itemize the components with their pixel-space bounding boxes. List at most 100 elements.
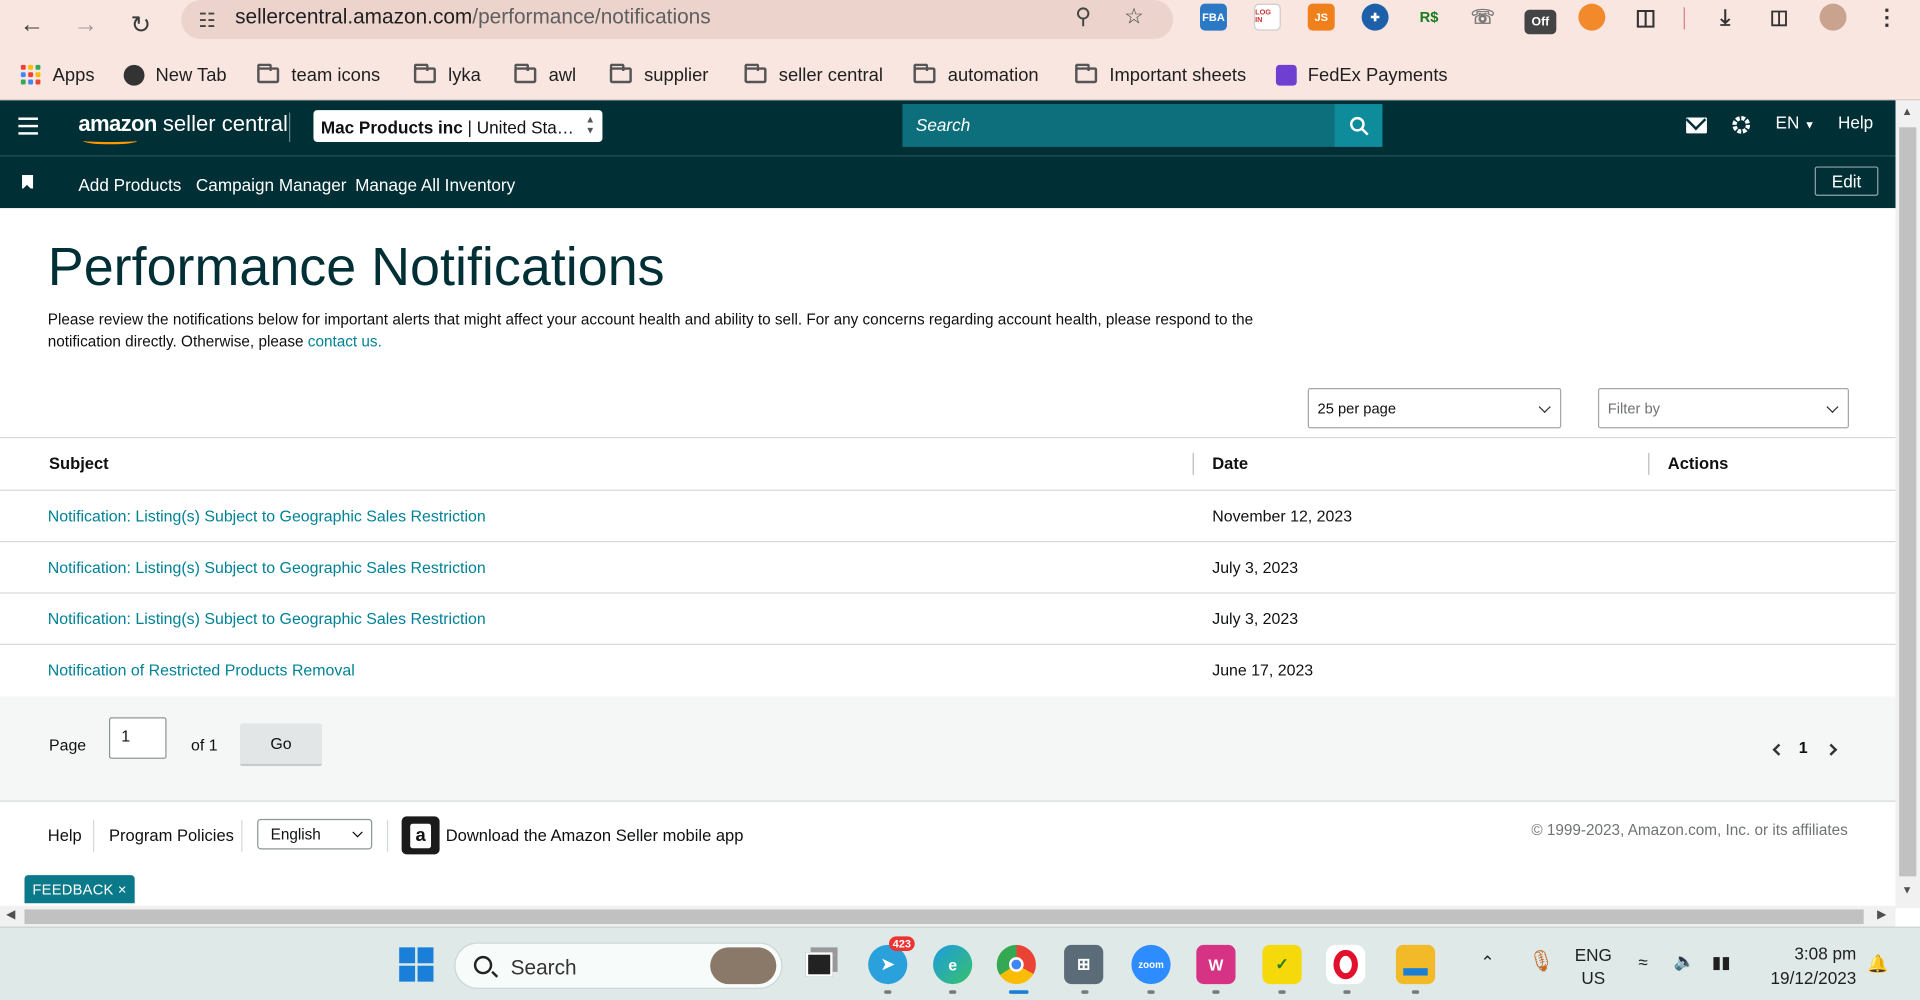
horizontal-scrollbar[interactable]: ◀ ▶: [0, 905, 1896, 927]
forward-arrow-icon[interactable]: →: [66, 5, 105, 44]
contact-us-link[interactable]: contact us.: [308, 333, 382, 350]
orange-extension-icon[interactable]: [1578, 3, 1606, 31]
side-panel-icon[interactable]: ◫: [1766, 4, 1793, 31]
wifi-icon[interactable]: ≈: [1638, 952, 1647, 972]
footer-divider: [93, 820, 95, 852]
previous-page-icon[interactable]: [1772, 743, 1785, 756]
scroll-down-icon[interactable]: ▼: [1902, 884, 1913, 896]
calculator-icon[interactable]: ⊞: [1064, 944, 1104, 985]
bookmark-folder-seller-central[interactable]: seller central: [744, 59, 883, 91]
running-indicator: [1147, 990, 1155, 994]
amazon-app-icon[interactable]: a: [401, 816, 440, 855]
bookmark-folder-supplier[interactable]: supplier: [609, 59, 708, 91]
bookmark-folder-automation[interactable]: automation: [913, 59, 1039, 91]
js-extension-icon[interactable]: JS: [1307, 3, 1335, 31]
extensions-puzzle-icon[interactable]: ◫: [1632, 4, 1659, 31]
go-button[interactable]: Go: [240, 723, 323, 767]
help-link[interactable]: Help: [1838, 113, 1873, 133]
bookmark-fedex-payments[interactable]: FedEx Payments: [1275, 59, 1448, 91]
off-extension-icon[interactable]: Off: [1524, 9, 1557, 35]
notification-bell-icon[interactable]: 🔔: [1867, 953, 1888, 974]
notification-subject-link[interactable]: Notification: Listing(s) Subject to Geog…: [48, 558, 486, 576]
notification-subject-link[interactable]: Notification: Listing(s) Subject to Geog…: [48, 507, 486, 525]
table-row: Notification: Listing(s) Subject to Geog…: [0, 594, 1896, 646]
page-number-input[interactable]: 1: [108, 717, 167, 759]
next-page-icon[interactable]: [1825, 743, 1838, 756]
download-app-link[interactable]: Download the Amazon Seller mobile app: [446, 826, 744, 844]
back-arrow-icon[interactable]: ←: [12, 5, 51, 44]
bookmark-folder-team-icons[interactable]: team icons: [257, 59, 380, 91]
pagination-bar: Page 1 of 1 Go 1: [0, 696, 1896, 802]
bookmark-folder-awl[interactable]: awl: [514, 59, 576, 91]
subnav-campaign-manager[interactable]: Campaign Manager: [196, 175, 347, 195]
address-bar[interactable]: ☷ sellercentral.amazon.com/performance/n…: [181, 0, 1174, 40]
volume-icon[interactable]: 🔈: [1674, 951, 1695, 972]
download-icon[interactable]: ⤓: [1712, 4, 1739, 31]
zoom-icon[interactable]: ⚲: [1075, 4, 1091, 30]
subnav-add-products[interactable]: Add Products: [78, 175, 181, 195]
telegram-icon[interactable]: ➤ 423: [868, 936, 915, 985]
mail-icon[interactable]: [1686, 117, 1707, 134]
settings-gear-icon[interactable]: [1730, 114, 1752, 140]
scroll-right-icon[interactable]: ▶: [1877, 908, 1886, 921]
edge-browser-icon[interactable]: e: [933, 944, 973, 985]
current-page-number[interactable]: 1: [1799, 738, 1808, 756]
header-date[interactable]: Date: [1212, 454, 1248, 472]
profile-avatar-icon[interactable]: [1819, 3, 1847, 31]
hamburger-menu-icon[interactable]: [18, 117, 38, 140]
footer-language-select[interactable]: English: [257, 818, 373, 850]
bookmark-new-tab[interactable]: New Tab: [123, 59, 227, 91]
per-page-select[interactable]: 25 per page: [1307, 388, 1562, 429]
vertical-scrollbar[interactable]: ▲ ▼: [1895, 100, 1920, 909]
scroll-left-icon[interactable]: ◀: [6, 908, 15, 921]
task-view-icon[interactable]: [800, 945, 839, 984]
input-language-indicator[interactable]: ENG US: [1575, 944, 1612, 991]
bookmark-folder-lyka[interactable]: lyka: [413, 59, 481, 91]
battery-icon[interactable]: ▮▮: [1712, 952, 1731, 973]
show-hidden-icons-chevron-icon[interactable]: ⌃: [1480, 952, 1494, 973]
notification-subject-link[interactable]: Notification of Restricted Products Remo…: [48, 661, 355, 679]
footer-program-policies-link[interactable]: Program Policies: [109, 826, 234, 844]
taskbar-search[interactable]: Search: [454, 942, 783, 989]
system-clock[interactable]: 3:08 pm 19/12/2023: [1756, 941, 1857, 990]
scroll-up-icon[interactable]: ▲: [1902, 105, 1913, 117]
notification-subject-link[interactable]: Notification: Listing(s) Subject to Geog…: [48, 610, 486, 628]
search-input[interactable]: Search: [902, 104, 1336, 147]
bookmark-icon[interactable]: [22, 175, 34, 190]
account-selector[interactable]: Mac Products inc | United Sta… ▲ ▼: [313, 110, 603, 142]
subnav-manage-inventory[interactable]: Manage All Inventory: [355, 175, 515, 195]
file-explorer-icon[interactable]: [1395, 944, 1436, 985]
wps-office-icon[interactable]: W: [1196, 944, 1236, 985]
bookmark-folder-important-sheets[interactable]: Important sheets: [1075, 59, 1246, 91]
browser-toolbar: ← → ↻ ☷ sellercentral.amazon.com/perform…: [0, 0, 1920, 49]
address-url[interactable]: sellercentral.amazon.com/performance/not…: [235, 5, 711, 29]
crosshair-extension-icon[interactable]: ✚: [1361, 3, 1389, 31]
header-subject[interactable]: Subject: [49, 454, 109, 472]
scrollbar-thumb[interactable]: [1899, 127, 1917, 877]
amazon-logo[interactable]: amazon seller central: [78, 111, 288, 145]
opera-browser-icon[interactable]: [1326, 944, 1366, 985]
edit-button[interactable]: Edit: [1814, 166, 1879, 196]
kebab-menu-icon[interactable]: ⋮: [1873, 4, 1900, 31]
bookmark-apps[interactable]: Apps: [20, 59, 95, 91]
footer-help-link[interactable]: Help: [48, 826, 82, 844]
login-extension-icon[interactable]: LOG IN: [1253, 3, 1281, 31]
folder-icon: [514, 63, 537, 83]
language-menu[interactable]: EN ▼: [1776, 113, 1816, 133]
sticky-notes-icon[interactable]: ✓: [1262, 944, 1302, 985]
chrome-browser-icon[interactable]: [996, 944, 1036, 985]
rs-extension-icon[interactable]: R$: [1416, 4, 1443, 31]
site-settings-icon[interactable]: ☷: [198, 9, 216, 33]
search-icon: [473, 955, 493, 975]
bookmark-star-icon[interactable]: ☆: [1124, 4, 1144, 30]
microphone-icon[interactable]: 🎙: [1528, 950, 1554, 974]
zoom-app-icon[interactable]: zoom: [1131, 944, 1171, 985]
helium-extension-icon[interactable]: ☏: [1469, 4, 1496, 31]
reload-icon[interactable]: ↻: [121, 5, 160, 44]
scrollbar-thumb[interactable]: [24, 909, 1864, 925]
fba-extension-icon[interactable]: FBA: [1200, 3, 1227, 31]
feedback-button[interactable]: FEEDBACK ×: [24, 875, 135, 904]
search-button[interactable]: [1334, 104, 1383, 147]
windows-start-icon[interactable]: [397, 945, 436, 984]
filter-select[interactable]: Filter by: [1597, 388, 1849, 429]
